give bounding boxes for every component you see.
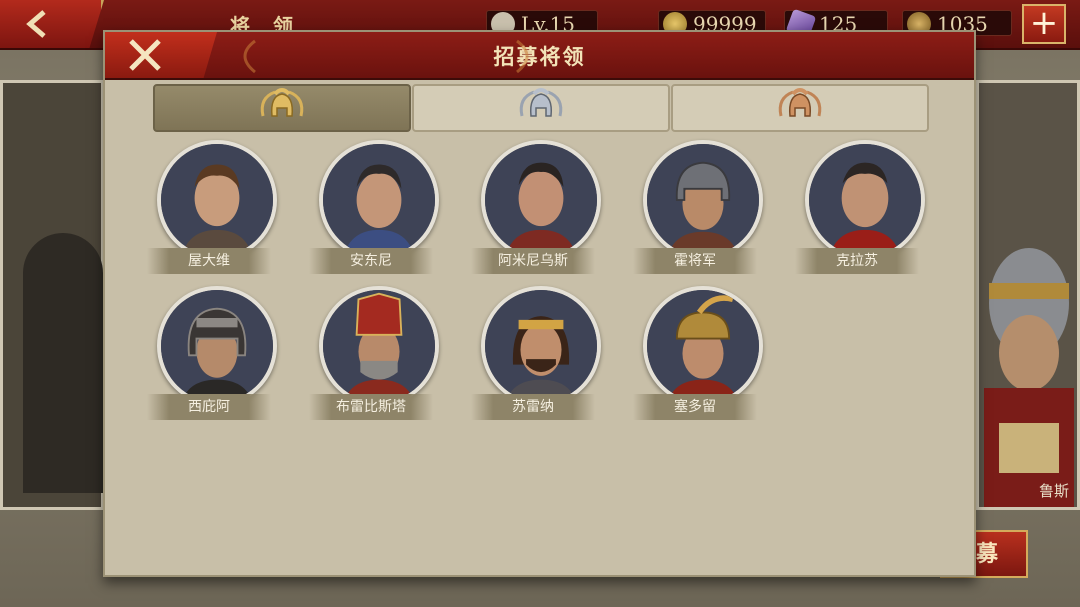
hero-name: 苏雷纳 [471,394,595,420]
hero-portrait [481,140,601,260]
hero-name: 安东尼 [309,248,433,274]
hero-name: 霍将军 [633,248,757,274]
hero-portrait [319,286,439,406]
hero-silhouette [23,233,103,493]
back-button[interactable] [0,0,104,48]
add-resource-button[interactable]: + [1022,4,1066,44]
hero-portrait [805,140,925,260]
hero-card[interactable]: 克拉苏 [795,140,935,280]
left-background-panel [0,80,104,510]
rarity-tabs [153,84,930,132]
hero-portrait [643,286,763,406]
recruit-generals-dialog: 招募将领 屋大维 安东尼 阿米尼乌斯 霍将军 克拉苏 西庇阿 布雷比斯塔 苏雷纳… [103,30,976,577]
hero-card[interactable]: 塞多留 [633,286,773,426]
hero-name: 克拉苏 [795,248,919,274]
bronze-helmet-icon [778,88,822,117]
hero-card[interactable]: 安东尼 [309,140,449,280]
hero-name: 西庇阿 [147,394,271,420]
hero-card[interactable]: 西庇阿 [147,286,287,426]
hero-portrait [481,286,601,406]
hero-name: 布雷比斯塔 [309,394,433,420]
dialog-header: 招募将领 [105,32,974,80]
hero-portrait [157,286,277,406]
silver-helmet-icon [519,88,563,117]
hero-card[interactable]: 苏雷纳 [471,286,611,426]
hero-name: 塞多留 [633,394,757,420]
hero-name: 屋大维 [147,248,271,274]
right-hero-name: 鲁斯 [1038,482,1069,500]
gold-helmet-icon [260,88,304,117]
right-background-panel: 鲁斯 [976,80,1080,510]
hero-portrait [319,140,439,260]
hero-card[interactable]: 屋大维 [147,140,287,280]
warrior-portrait [984,248,1074,507]
hero-card[interactable]: 阿米尼乌斯 [471,140,611,280]
tab-bronze[interactable] [671,84,929,132]
tab-gold[interactable] [153,84,411,132]
laurel-decoration-icon [516,39,529,74]
back-arrow-icon [26,10,46,38]
tab-silver[interactable] [412,84,670,132]
hero-portrait [643,140,763,260]
hero-name: 阿米尼乌斯 [471,248,595,274]
hero-card[interactable]: 布雷比斯塔 [309,286,449,426]
hero-portrait [157,140,277,260]
hero-card[interactable]: 霍将军 [633,140,773,280]
